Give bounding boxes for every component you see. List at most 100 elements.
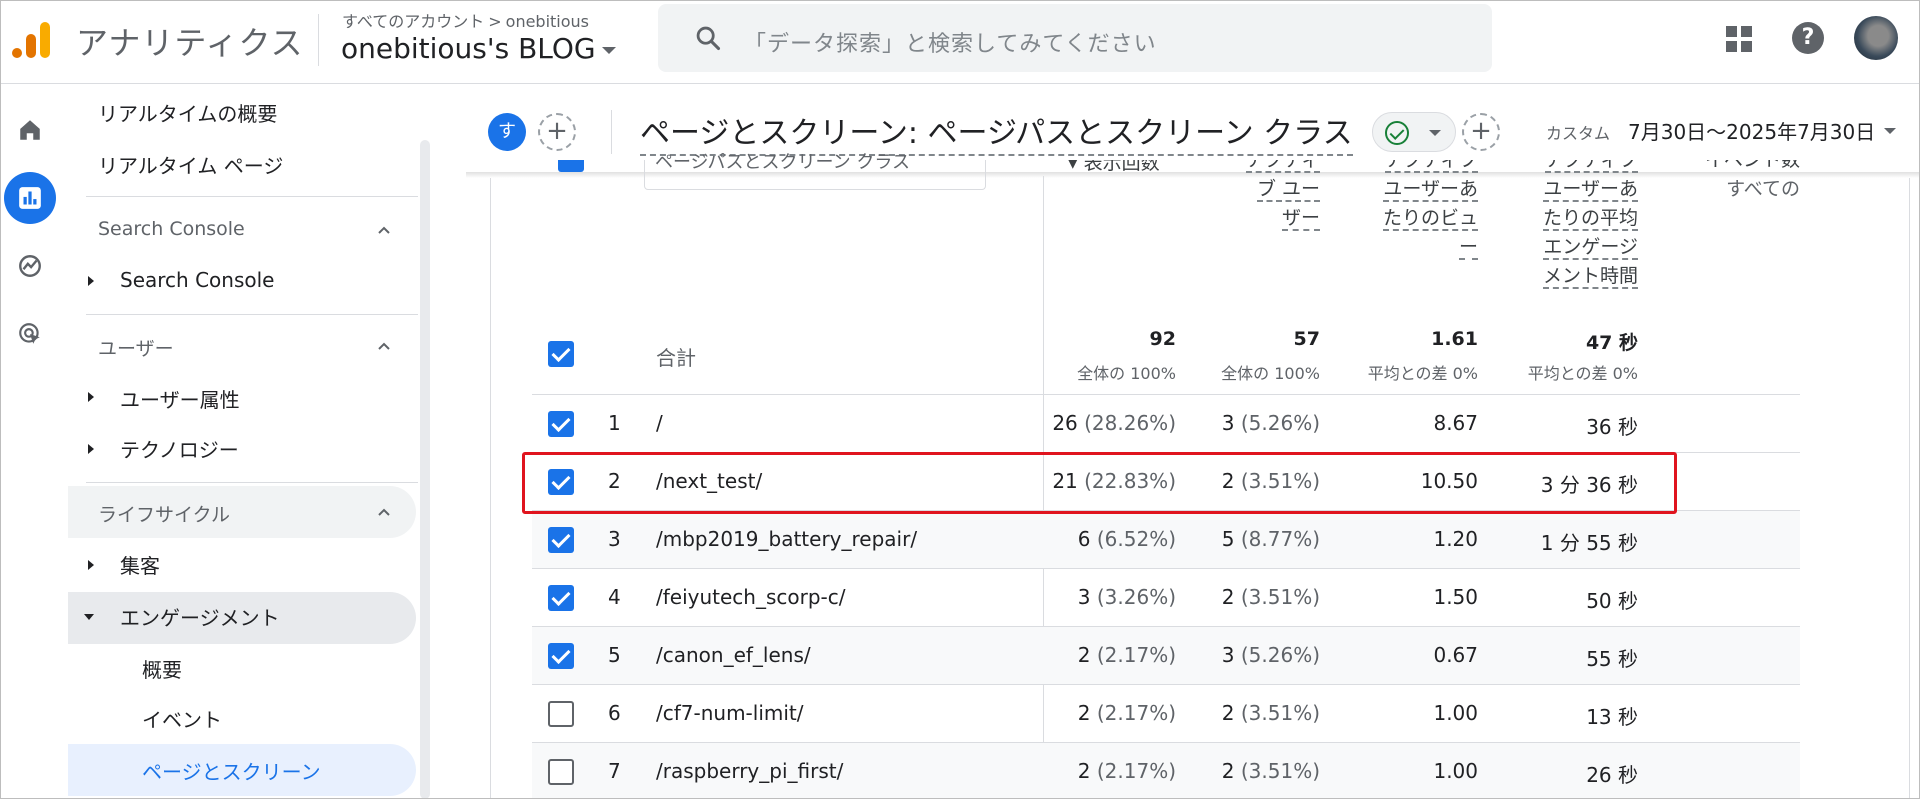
row-rank: 4 xyxy=(608,585,621,609)
sidebar-section-users[interactable]: ユーザー xyxy=(98,334,174,361)
add-comparison-button[interactable]: + xyxy=(538,113,576,151)
apps-grid-icon[interactable] xyxy=(1724,24,1754,54)
row-users-pct: (5.26%) xyxy=(1240,411,1320,435)
collapse-arrow-icon[interactable] xyxy=(84,614,94,620)
sidebar-section-search-console[interactable]: Search Console xyxy=(98,218,245,240)
expand-arrow-icon[interactable] xyxy=(88,276,94,286)
col-header-avg-engagement[interactable]: アクティブ ユーザーあ たりの平均 エンゲージ メント時間 xyxy=(1526,160,1638,298)
col-header-eng-line1: アクティブ xyxy=(1545,160,1638,173)
row-rank: 7 xyxy=(608,759,621,783)
col-header-views-per-user[interactable]: アクティブ ユーザーあ たりのビュ ー xyxy=(1366,160,1478,276)
row-page-path[interactable]: /cf7-num-limit/ xyxy=(656,701,804,725)
highlight-annotation-box xyxy=(522,452,1677,514)
row-users: 2 (3.51%) xyxy=(1184,759,1320,783)
add-button[interactable]: + xyxy=(1462,113,1500,151)
col-header-events[interactable]: イベント数 すべての xyxy=(1700,160,1800,212)
row-views-per-user: 1.00 xyxy=(1433,701,1478,725)
table-row[interactable]: 7 /raspberry_pi_first/ 2 (2.17%) 2 (3.51… xyxy=(532,742,1800,799)
nav-home[interactable] xyxy=(4,104,56,156)
table-row[interactable]: 1 / 26 (28.26%) 3 (5.26%) 8.67 36 秒 xyxy=(532,394,1800,452)
report-sidebar: リアルタイムの概要 リアルタイム ページ Search Console Sear… xyxy=(68,84,424,799)
row-page-path[interactable]: / xyxy=(656,411,663,435)
total-checkbox[interactable] xyxy=(548,341,574,367)
chevron-up-icon[interactable] xyxy=(376,338,392,354)
row-users: 2 (3.51%) xyxy=(1184,585,1320,609)
sidebar-item-engagement[interactable]: エンゲージメント xyxy=(120,602,280,631)
property-name: onebitious's BLOG xyxy=(341,32,596,65)
dimension-selector-label: ページパスとスクリーン クラス xyxy=(655,152,911,173)
data-quality-status[interactable] xyxy=(1372,112,1456,152)
sidebar-item-realtime-overview[interactable]: リアルタイムの概要 xyxy=(98,98,277,127)
sidebar-item-technology[interactable]: テクノロジー xyxy=(120,434,239,463)
user-avatar[interactable] xyxy=(1854,16,1898,60)
row-page-path[interactable]: /feiyutech_scorp-c/ xyxy=(656,585,846,609)
col-header-users-line3: ザー xyxy=(1281,207,1320,231)
bar-chart-icon xyxy=(19,187,41,209)
row-page-path[interactable]: /mbp2019_battery_repair/ xyxy=(656,527,917,551)
expand-arrow-icon[interactable] xyxy=(88,392,94,402)
account-breadcrumb[interactable]: すべてのアカウント > onebitious xyxy=(342,8,589,32)
col-header-active-users[interactable]: アクティ ブ ユー ザー xyxy=(1216,160,1320,246)
col-header-views-partial[interactable]: ▾ 表示回数 xyxy=(1068,160,1178,174)
nav-reports[interactable] xyxy=(4,172,56,224)
date-range-caret-icon[interactable] xyxy=(1884,128,1896,134)
row-page-path[interactable]: /canon_ef_lens/ xyxy=(656,643,811,667)
nav-explore[interactable] xyxy=(4,240,56,292)
dimension-selector[interactable]: ページパスとスクリーン クラス xyxy=(644,152,986,190)
row-checkbox[interactable] xyxy=(548,585,574,611)
property-selector[interactable]: onebitious's BLOG xyxy=(341,32,616,65)
sidebar-subitem-pages-screens[interactable]: ページとスクリーン xyxy=(142,756,321,785)
row-rank: 6 xyxy=(608,701,621,725)
table-row[interactable]: 5 /canon_ef_lens/ 2 (2.17%) 3 (5.26%) 0.… xyxy=(532,626,1800,684)
row-checkbox[interactable] xyxy=(548,701,574,727)
row-views-value: 2 xyxy=(1077,759,1091,783)
row-views: 26 (28.26%) xyxy=(1040,411,1176,435)
sidebar-item-demographics[interactable]: ユーザー属性 xyxy=(120,384,240,413)
row-views-per-user: 1.00 xyxy=(1433,759,1478,783)
row-rank: 5 xyxy=(608,643,621,667)
row-checkbox[interactable] xyxy=(548,411,574,437)
sidebar-subitem-events[interactable]: イベント xyxy=(142,704,222,733)
col-header-vpu-line2: ユーザーあ xyxy=(1383,178,1478,202)
chevron-up-icon[interactable] xyxy=(376,504,392,520)
nav-advertising[interactable] xyxy=(4,308,56,360)
sidebar-item-acquisition[interactable]: 集客 xyxy=(120,550,160,579)
sidebar-divider xyxy=(86,482,418,483)
nav-rail xyxy=(0,84,60,799)
header-checkbox-partial[interactable] xyxy=(558,160,584,172)
row-checkbox[interactable] xyxy=(548,527,574,553)
chevron-up-icon[interactable] xyxy=(376,222,392,238)
sidebar-section-lifecycle[interactable]: ライフサイクル xyxy=(98,500,230,527)
date-range-value[interactable]: 7月30日～2025年7月30日 xyxy=(1628,116,1875,145)
row-users-pct: (8.77%) xyxy=(1240,527,1320,551)
analytics-logo-icon[interactable] xyxy=(12,20,52,60)
search-bar[interactable]: 「データ探索」と検索してみてください xyxy=(658,4,1492,72)
row-users-value: 2 xyxy=(1221,585,1235,609)
date-range-label[interactable]: カスタム xyxy=(1546,120,1610,144)
help-icon[interactable]: ? xyxy=(1792,22,1824,54)
total-views-per-user: 1.61 xyxy=(1431,328,1478,350)
row-users-pct: (3.51%) xyxy=(1240,759,1320,783)
check-circle-icon xyxy=(1385,121,1409,145)
sidebar-item-search-console[interactable]: Search Console xyxy=(120,268,274,292)
comparison-chip[interactable]: す xyxy=(488,113,526,151)
sidebar-item-realtime-pages[interactable]: リアルタイム ページ xyxy=(98,150,283,179)
table-row[interactable]: 6 /cf7-num-limit/ 2 (2.17%) 2 (3.51%) 1.… xyxy=(532,684,1800,742)
row-users-value: 5 xyxy=(1221,527,1235,551)
row-users-pct: (3.51%) xyxy=(1240,701,1320,725)
sidebar-subitem-overview[interactable]: 概要 xyxy=(142,654,182,683)
row-avg-engagement: 55 秒 xyxy=(1586,647,1638,671)
table-row[interactable]: 4 /feiyutech_scorp-c/ 3 (3.26%) 2 (3.51%… xyxy=(532,568,1800,626)
table-row[interactable]: 3 /mbp2019_battery_repair/ 6 (6.52%) 5 (… xyxy=(532,510,1800,568)
expand-arrow-icon[interactable] xyxy=(88,444,94,454)
row-views-value: 26 xyxy=(1052,411,1078,435)
row-checkbox[interactable] xyxy=(548,759,574,785)
row-page-path[interactable]: /raspberry_pi_first/ xyxy=(656,759,843,783)
expand-arrow-icon[interactable] xyxy=(88,560,94,570)
app-name: アナリティクス xyxy=(76,24,304,62)
row-checkbox[interactable] xyxy=(548,643,574,669)
row-views-pct: (28.26%) xyxy=(1084,411,1176,435)
row-avg-engagement: 26 秒 xyxy=(1586,763,1638,787)
col-header-views: ▾ 表示回数 xyxy=(1068,160,1178,174)
sidebar-scrollbar[interactable] xyxy=(420,140,430,799)
